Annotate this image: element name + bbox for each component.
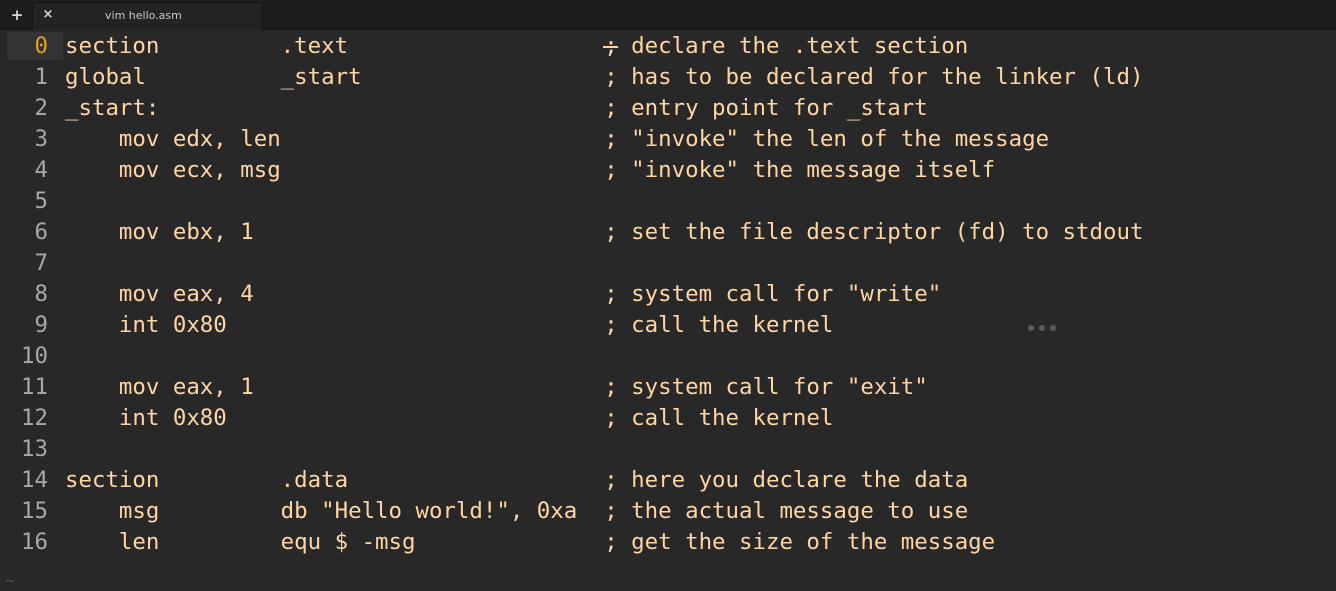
code-text[interactable]: mov edx, len ; "invoke" the len of the m… bbox=[65, 124, 1049, 155]
code-text[interactable]: msg db "Hello world!", 0xa ; the actual … bbox=[65, 496, 968, 527]
code-line[interactable]: 3 mov edx, len ; "invoke" the len of the… bbox=[0, 124, 1336, 155]
line-number: 3 bbox=[34, 126, 48, 152]
line-number: 12 bbox=[21, 405, 48, 431]
line-number: 10 bbox=[21, 343, 48, 369]
code-line[interactable]: 7 bbox=[0, 248, 1336, 279]
line-number: 9 bbox=[34, 312, 48, 338]
line-number: 6 bbox=[34, 219, 48, 245]
line-number: 7 bbox=[34, 250, 48, 276]
code-text[interactable]: mov ebx, 1 ; set the file descriptor (fd… bbox=[65, 217, 1144, 248]
tab-title: vim hello.asm bbox=[105, 9, 182, 22]
code-line[interactable]: 2 _start: ; entry point for _start bbox=[0, 93, 1336, 124]
new-tab-button[interactable]: + bbox=[2, 0, 32, 29]
line-number: 14 bbox=[21, 467, 48, 493]
text-cursor bbox=[603, 46, 618, 48]
code-line[interactable]: 11 mov eax, 1 ; system call for "exit" bbox=[0, 372, 1336, 403]
code-line[interactable]: 5 bbox=[0, 186, 1336, 217]
code-line[interactable]: 6 mov ebx, 1 ; set the file descriptor (… bbox=[0, 217, 1336, 248]
code-line[interactable]: 4 mov ecx, msg ; "invoke" the message it… bbox=[0, 155, 1336, 186]
code-text[interactable]: len equ $ -msg ; get the size of the mes… bbox=[65, 527, 995, 558]
code-text[interactable]: mov eax, 1 ; system call for "exit" bbox=[65, 372, 928, 403]
line-number: 1 bbox=[34, 64, 48, 90]
line-number: 4 bbox=[34, 157, 48, 183]
code-line[interactable]: 13 bbox=[0, 434, 1336, 465]
line-number: 11 bbox=[21, 374, 48, 400]
line-number: 8 bbox=[34, 281, 48, 307]
code-line[interactable]: 10 bbox=[0, 341, 1336, 372]
ellipsis-indicator bbox=[1028, 325, 1056, 331]
code-line[interactable]: 16 len equ $ -msg ; get the size of the … bbox=[0, 527, 1336, 558]
code-text[interactable]: _start: ; entry point for _start bbox=[65, 93, 928, 124]
end-of-buffer-marker: ~ bbox=[5, 571, 15, 590]
line-number: 2 bbox=[34, 95, 48, 121]
close-tab-button[interactable]: × bbox=[33, 0, 63, 29]
code-line[interactable]: 9 int 0x80 ; call the kernel bbox=[0, 310, 1336, 341]
code-text[interactable]: int 0x80 ; call the kernel bbox=[65, 310, 833, 341]
code-text[interactable]: section .text ; declare the .text sectio… bbox=[65, 31, 968, 62]
code-line[interactable]: 15 msg db "Hello world!", 0xa ; the actu… bbox=[0, 496, 1336, 527]
code-line[interactable]: 0 section .text ; declare the .text secti… bbox=[0, 31, 1336, 62]
vim-editor[interactable]: 0 section .text ; declare the .text secti… bbox=[0, 30, 1336, 590]
code-text[interactable]: global _start ; has to be declared for t… bbox=[65, 62, 1143, 93]
code-text[interactable]: mov ecx, msg ; "invoke" the message itse… bbox=[65, 155, 995, 186]
code-text[interactable]: int 0x80 ; call the kernel bbox=[65, 403, 833, 434]
code-line[interactable]: 8 mov eax, 4 ; system call for "write" bbox=[0, 279, 1336, 310]
line-number: 5 bbox=[34, 188, 48, 214]
line-number: 13 bbox=[21, 436, 48, 462]
code-text[interactable]: mov eax, 4 ; system call for "write" bbox=[65, 279, 941, 310]
tab-vim-hello-asm[interactable]: vim hello.asm bbox=[32, 2, 263, 30]
code-line[interactable]: 1 global _start ; has to be declared for … bbox=[0, 62, 1336, 93]
code-line[interactable]: 12 int 0x80 ; call the kernel bbox=[0, 403, 1336, 434]
line-number: 0 bbox=[34, 33, 48, 59]
line-number: 15 bbox=[21, 498, 48, 524]
tab-bar: + vim hello.asm × bbox=[0, 0, 1336, 30]
code-line[interactable]: 14 section .data ; here you declare the d… bbox=[0, 465, 1336, 496]
code-text[interactable]: section .data ; here you declare the dat… bbox=[65, 465, 968, 496]
line-number: 16 bbox=[21, 529, 48, 555]
